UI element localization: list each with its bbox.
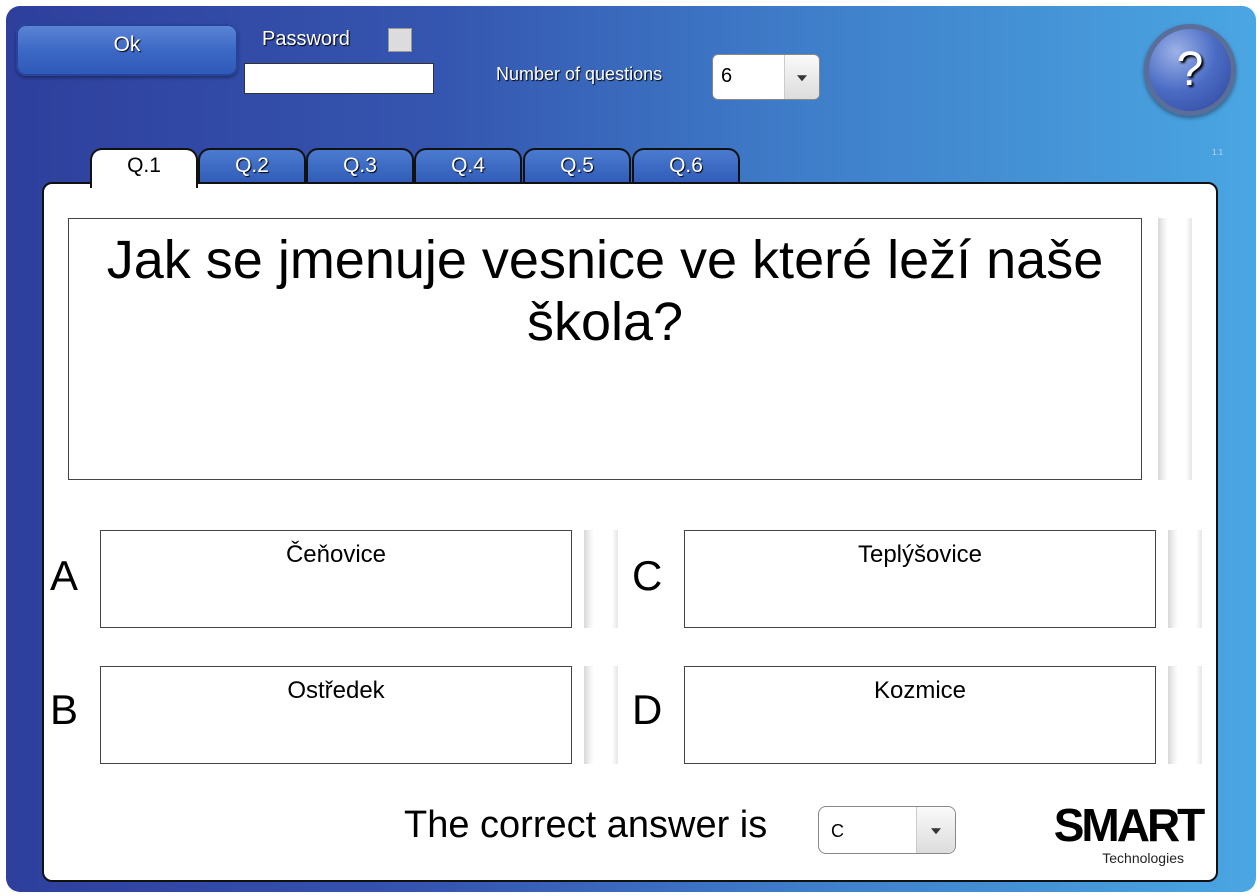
question-mark-icon: ? [1176, 43, 1204, 96]
answer-letter-b: B [50, 686, 79, 733]
tab-q4[interactable]: Q.4 [414, 148, 522, 184]
ok-button[interactable]: Ok [16, 24, 238, 76]
password-label: Password [262, 28, 350, 50]
answer-letter-d: D [632, 686, 663, 733]
number-of-questions-value: 6 [721, 65, 733, 87]
answer-box-a[interactable]: Čeňovice [100, 530, 572, 628]
question-text: Jak se jmenuje vesnice ve které leží naš… [106, 230, 1104, 352]
answer-letter-a: A [50, 552, 79, 599]
chevron-down-icon [931, 828, 941, 835]
answer-box-d[interactable]: Kozmice [684, 666, 1156, 764]
answer-text-c: Teplýšovice [857, 541, 983, 568]
correct-answer-dropdown-button[interactable] [916, 807, 955, 853]
password-checkbox[interactable] [388, 28, 412, 52]
quiz-frame: Ok Password Number of questions 6 ? 1.1 … [6, 6, 1256, 892]
number-of-questions-select[interactable]: 6 [712, 54, 820, 100]
tab-q5[interactable]: Q.5 [523, 148, 631, 184]
question-panel: Jak se jmenuje vesnice ve které leží naš… [42, 182, 1218, 882]
answer-text-b: Ostředek [287, 677, 385, 704]
password-input[interactable] [244, 63, 434, 94]
smart-logo: SMART Technologies [1048, 798, 1208, 870]
answer-d-scrollbar[interactable] [1168, 666, 1202, 764]
help-button[interactable]: ? [1144, 24, 1236, 116]
question-scrollbar[interactable] [1158, 218, 1192, 480]
answer-box-c[interactable]: Teplýšovice [684, 530, 1156, 628]
number-of-questions-dropdown-button[interactable] [784, 55, 819, 99]
smart-logo-word: SMART [1053, 799, 1206, 851]
version-label: 1.1 [1212, 148, 1224, 157]
tab-q1[interactable]: Q.1 [90, 148, 198, 188]
answer-c-scrollbar[interactable] [1168, 530, 1202, 628]
answer-text-a: Čeňovice [285, 541, 387, 568]
tab-q3[interactable]: Q.3 [306, 148, 414, 184]
answer-b-scrollbar[interactable] [584, 666, 618, 764]
number-of-questions-label: Number of questions [496, 64, 663, 84]
chevron-down-icon [797, 75, 807, 82]
question-box[interactable]: Jak se jmenuje vesnice ve které leží naš… [68, 218, 1142, 480]
tab-q2[interactable]: Q.2 [198, 148, 306, 184]
correct-answer-value: C [831, 821, 844, 841]
answer-text-d: Kozmice [873, 677, 967, 704]
smart-logo-tagline: Technologies [1102, 850, 1184, 866]
correct-answer-label: The correct answer is [404, 804, 768, 846]
answer-a-scrollbar[interactable] [584, 530, 618, 628]
correct-answer-select[interactable]: C [818, 806, 956, 854]
tab-q6[interactable]: Q.6 [632, 148, 740, 184]
answer-box-b[interactable]: Ostředek [100, 666, 572, 764]
answer-letter-c: C [632, 552, 663, 599]
